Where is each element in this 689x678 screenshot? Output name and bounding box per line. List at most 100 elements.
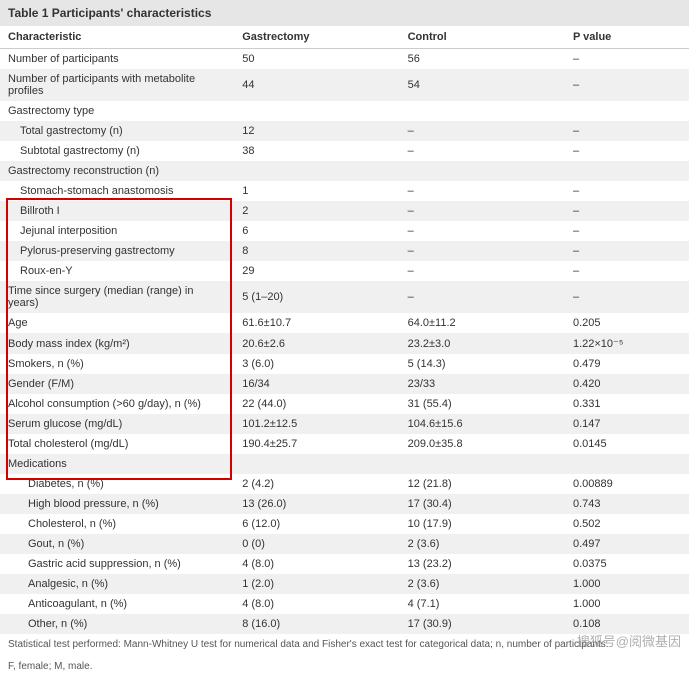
- table-row: Smokers, n (%)3 (6.0)5 (14.3)0.479: [0, 354, 689, 374]
- cell-pvalue: 0.497: [565, 534, 689, 554]
- cell-control: –: [400, 261, 565, 281]
- cell-pvalue: 0.0145: [565, 434, 689, 454]
- cell-label: Roux-en-Y: [0, 261, 234, 281]
- cell-gastrectomy: 8: [234, 241, 399, 261]
- cell-label: Diabetes, n (%): [0, 474, 234, 494]
- cell-pvalue: –: [565, 241, 689, 261]
- cell-label: Anticoagulant, n (%): [0, 594, 234, 614]
- cell-label: Gout, n (%): [0, 534, 234, 554]
- cell-control: 17 (30.4): [400, 494, 565, 514]
- cell-control: –: [400, 221, 565, 241]
- table-title: Table 1 Participants' characteristics: [0, 0, 689, 26]
- cell-control: 5 (14.3): [400, 354, 565, 374]
- header-pvalue: P value: [565, 26, 689, 49]
- cell-pvalue: [565, 161, 689, 181]
- cell-pvalue: 1.000: [565, 574, 689, 594]
- cell-control: 54: [400, 69, 565, 101]
- cell-label: Total cholesterol (mg/dL): [0, 434, 234, 454]
- cell-gastrectomy: 13 (26.0): [234, 494, 399, 514]
- cell-gastrectomy: 16/34: [234, 374, 399, 394]
- cell-control: 23.2±3.0: [400, 333, 565, 354]
- cell-label: Total gastrectomy (n): [0, 121, 234, 141]
- cell-pvalue: –: [565, 49, 689, 70]
- cell-control: –: [400, 121, 565, 141]
- table-row: Gastrectomy type: [0, 101, 689, 121]
- cell-label: High blood pressure, n (%): [0, 494, 234, 514]
- table-row: Gender (F/M)16/3423/330.420: [0, 374, 689, 394]
- cell-label: Body mass index (kg/m²): [0, 333, 234, 354]
- cell-label: Gastric acid suppression, n (%): [0, 554, 234, 574]
- table-row: Cholesterol, n (%)6 (12.0)10 (17.9)0.502: [0, 514, 689, 534]
- cell-gastrectomy: [234, 454, 399, 474]
- cell-pvalue: 0.502: [565, 514, 689, 534]
- cell-pvalue: –: [565, 201, 689, 221]
- header-control: Control: [400, 26, 565, 49]
- cell-label: Pylorus-preserving gastrectomy: [0, 241, 234, 261]
- cell-gastrectomy: 38: [234, 141, 399, 161]
- table-row: Jejunal interposition6––: [0, 221, 689, 241]
- cell-gastrectomy: 6 (12.0): [234, 514, 399, 534]
- cell-control: –: [400, 241, 565, 261]
- cell-control: 17 (30.9): [400, 614, 565, 634]
- cell-gastrectomy: 2: [234, 201, 399, 221]
- table-row: Total cholesterol (mg/dL)190.4±25.7209.0…: [0, 434, 689, 454]
- cell-control: 209.0±35.8: [400, 434, 565, 454]
- cell-label: Jejunal interposition: [0, 221, 234, 241]
- cell-control: 23/33: [400, 374, 565, 394]
- cell-control: 64.0±11.2: [400, 313, 565, 333]
- table-row: Body mass index (kg/m²)20.6±2.623.2±3.01…: [0, 333, 689, 354]
- header-characteristic: Characteristic: [0, 26, 234, 49]
- cell-control: 31 (55.4): [400, 394, 565, 414]
- cell-pvalue: 0.331: [565, 394, 689, 414]
- table-row: Pylorus-preserving gastrectomy8––: [0, 241, 689, 261]
- table-row: Stomach-stomach anastomosis1––: [0, 181, 689, 201]
- cell-label: Alcohol consumption (>60 g/day), n (%): [0, 394, 234, 414]
- cell-pvalue: 0.479: [565, 354, 689, 374]
- table-body: Number of participants5056–Number of par…: [0, 49, 689, 635]
- cell-label: Age: [0, 313, 234, 333]
- table-row: Diabetes, n (%)2 (4.2)12 (21.8)0.00889: [0, 474, 689, 494]
- cell-gastrectomy: 0 (0): [234, 534, 399, 554]
- table-row: Number of participants5056–: [0, 49, 689, 70]
- cell-gastrectomy: 5 (1–20): [234, 281, 399, 313]
- cell-label: Time since surgery (median (range) in ye…: [0, 281, 234, 313]
- cell-gastrectomy: 12: [234, 121, 399, 141]
- cell-gastrectomy: 190.4±25.7: [234, 434, 399, 454]
- cell-gastrectomy: 20.6±2.6: [234, 333, 399, 354]
- cell-label: Smokers, n (%): [0, 354, 234, 374]
- table-row: Serum glucose (mg/dL)101.2±12.5104.6±15.…: [0, 414, 689, 434]
- table-row: High blood pressure, n (%)13 (26.0)17 (3…: [0, 494, 689, 514]
- cell-control: 104.6±15.6: [400, 414, 565, 434]
- table-row: Medications: [0, 454, 689, 474]
- cell-pvalue: 0.743: [565, 494, 689, 514]
- cell-pvalue: –: [565, 141, 689, 161]
- cell-label: Stomach-stomach anastomosis: [0, 181, 234, 201]
- cell-label: Subtotal gastrectomy (n): [0, 141, 234, 161]
- cell-pvalue: 1.000: [565, 594, 689, 614]
- cell-gastrectomy: 4 (8.0): [234, 554, 399, 574]
- table-row: Time since surgery (median (range) in ye…: [0, 281, 689, 313]
- footer-line2: F, female; M, male.: [0, 656, 689, 678]
- cell-control: [400, 161, 565, 181]
- cell-gastrectomy: 1 (2.0): [234, 574, 399, 594]
- cell-gastrectomy: 3 (6.0): [234, 354, 399, 374]
- cell-control: –: [400, 201, 565, 221]
- header-gastrectomy: Gastrectomy: [234, 26, 399, 49]
- characteristics-table: Characteristic Gastrectomy Control P val…: [0, 26, 689, 634]
- cell-label: Gastrectomy type: [0, 101, 234, 121]
- cell-label: Medications: [0, 454, 234, 474]
- cell-control: 13 (23.2): [400, 554, 565, 574]
- cell-pvalue: 0.420: [565, 374, 689, 394]
- cell-gastrectomy: 29: [234, 261, 399, 281]
- cell-label: Gastrectomy reconstruction (n): [0, 161, 234, 181]
- cell-pvalue: –: [565, 69, 689, 101]
- cell-pvalue: –: [565, 181, 689, 201]
- cell-label: Other, n (%): [0, 614, 234, 634]
- cell-control: 10 (17.9): [400, 514, 565, 534]
- table-row: Analgesic, n (%)1 (2.0)2 (3.6)1.000: [0, 574, 689, 594]
- cell-control: 56: [400, 49, 565, 70]
- page-container: Table 1 Participants' characteristics Ch…: [0, 0, 689, 678]
- cell-pvalue: 0.00889: [565, 474, 689, 494]
- cell-label: Number of participants with metabolite p…: [0, 69, 234, 101]
- cell-gastrectomy: 50: [234, 49, 399, 70]
